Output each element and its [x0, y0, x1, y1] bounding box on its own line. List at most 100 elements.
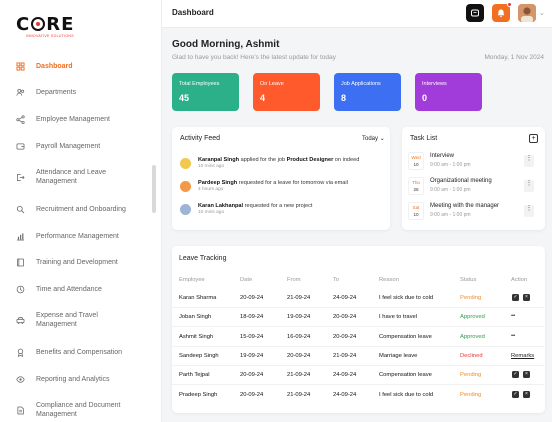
- leave-cell-reason: Compensation leave: [379, 372, 432, 379]
- share-icon: [16, 115, 25, 124]
- task-time: 9:00 am - 1:00 pm: [430, 187, 471, 193]
- more-vertical-icon[interactable]: ⋮: [524, 205, 534, 217]
- stat-value: 0: [422, 93, 428, 103]
- reject-icon[interactable]: ×: [523, 371, 530, 379]
- sidebar-item-expense[interactable]: Expense and Travel Management: [16, 311, 146, 329]
- book-icon: [16, 258, 25, 267]
- task-item: Wed 10 Interview 9:00 am - 1:00 pm ⋮: [408, 152, 536, 174]
- leave-column-header: Date: [240, 277, 253, 283]
- sidebar-item-training[interactable]: Training and Development: [16, 258, 146, 267]
- leave-tracking-title: Leave Tracking: [179, 255, 227, 262]
- stat-label: Total Employees: [179, 81, 220, 87]
- activity-target: Product Designer: [286, 157, 334, 163]
- leave-cell-employee: Karan Sharma: [179, 295, 217, 301]
- sidebar-item-time[interactable]: Time and Attendance: [16, 285, 146, 294]
- stat-label: Interviews: [422, 81, 447, 87]
- task-list-panel: Task List + Wed 10 Interview 9:00 am - 1:00…: [402, 127, 545, 230]
- approve-icon[interactable]: ✓: [512, 390, 519, 398]
- user-menu-chevron-icon[interactable]: ⌄: [539, 9, 545, 17]
- sidebar-item-departments[interactable]: Departments: [16, 88, 146, 97]
- sidebar-item-label: Dashboard: [36, 63, 73, 70]
- leave-column-header: Action: [511, 277, 528, 283]
- status-badge: Declined: [460, 352, 483, 359]
- logo-text: C RE: [16, 14, 75, 35]
- notification-button[interactable]: [492, 2, 512, 22]
- leave-cell-date: 20-09-24: [240, 391, 264, 398]
- task-name: Organizational meeting: [430, 178, 492, 184]
- page-title: Dashboard: [172, 8, 214, 17]
- status-badge: Pending: [460, 391, 482, 398]
- activity-feed-panel: Activity Feed Today ⌄ Karanpal Singh app…: [172, 127, 390, 230]
- user-avatar[interactable]: [518, 4, 536, 22]
- eye-icon: [16, 375, 25, 384]
- sidebar-item-recruitment[interactable]: Recruitment and Onboarding: [16, 205, 146, 214]
- stat-value: 45: [179, 93, 190, 103]
- plus-icon: +: [531, 135, 536, 142]
- task-month: Thu: [412, 180, 420, 185]
- activity-filter-select[interactable]: Today ⌄: [362, 135, 385, 142]
- more-horizontal-icon[interactable]: •••: [511, 333, 515, 339]
- sidebar-item-employee[interactable]: Employee Management: [16, 115, 146, 124]
- leave-cell-employee: Parth Tejpal: [179, 372, 210, 379]
- task-list-title: Task List: [410, 135, 438, 142]
- row-divider: [172, 384, 544, 386]
- sidebar-item-reporting[interactable]: Reporting and Analytics: [16, 375, 146, 384]
- sidebar-item-label: Performance Management: [36, 233, 119, 240]
- sidebar-item-performance[interactable]: Performance Management: [16, 232, 146, 241]
- wallet-icon: [16, 142, 25, 151]
- leave-cell-employee: Ashmit Singh: [179, 333, 214, 340]
- task-item: Sat 10 Meeting with the manager 9:00 am - 1…: [408, 202, 536, 224]
- stat-card-on-leave[interactable]: On Leave 4: [253, 73, 320, 111]
- logo[interactable]: C RE INNOVATIVE SOLUTIONS: [16, 14, 76, 40]
- status-badge: Pending: [460, 295, 482, 301]
- file-icon: [16, 406, 25, 415]
- add-task-button[interactable]: +: [529, 134, 538, 143]
- sidebar-item-dashboard[interactable]: Dashboard: [16, 62, 146, 71]
- more-vertical-icon[interactable]: ⋮: [524, 155, 534, 167]
- task-date-badge: Thu 26: [408, 177, 424, 195]
- task-time: 9:00 am - 1:00 pm: [430, 212, 471, 218]
- chat-icon: [471, 9, 479, 17]
- reject-icon[interactable]: ×: [523, 294, 530, 301]
- logout-icon: [16, 173, 25, 182]
- sidebar-item-label: Expense and Travel Management: [36, 312, 98, 328]
- sidebar-item-label: Attendance and Leave Management: [36, 169, 107, 185]
- leave-cell-from: 21-09-24: [287, 295, 311, 301]
- chat-button[interactable]: [466, 4, 484, 22]
- stat-card-job-applications[interactable]: Job Applications 8: [334, 73, 401, 111]
- sidebar-item-compliance[interactable]: Compliance and Document Management: [16, 401, 146, 419]
- activity-item: Pardeep Singh requested for a leave for …: [180, 180, 348, 192]
- sidebar-item-label: Reporting and Analytics: [36, 376, 110, 383]
- reject-icon[interactable]: ×: [523, 390, 530, 398]
- activity-text: Karan Lakhanpal requested for a new proj…: [198, 203, 313, 209]
- grid-icon: [16, 62, 25, 71]
- stat-card-interviews[interactable]: Interviews 0: [415, 73, 482, 111]
- stat-card-total-employees[interactable]: Total Employees 45: [172, 73, 239, 111]
- current-date: Monday, 1 Nov 2024: [484, 54, 545, 61]
- clock-icon: [16, 285, 25, 294]
- status-badge: Pending: [460, 372, 482, 379]
- approve-icon[interactable]: ✓: [512, 294, 519, 301]
- leave-column-header: Reason: [379, 277, 399, 283]
- activity-feed-title: Activity Feed: [180, 135, 221, 142]
- sidebar-item-attendance[interactable]: Attendance and Leave Management: [16, 168, 146, 186]
- users-icon: [16, 88, 25, 97]
- task-day: 10: [413, 162, 419, 167]
- activity-text: Pardeep Singh requested for a leave for …: [198, 180, 348, 186]
- leave-cell-employee: Pradeep Singh: [179, 391, 218, 398]
- leave-column-header: Status: [460, 277, 477, 283]
- remarks-link[interactable]: Remarks: [511, 353, 534, 359]
- sidebar-item-label: Compliance and Document Management: [36, 402, 121, 418]
- sidebar-item-payroll[interactable]: Payroll Management: [16, 142, 146, 151]
- leave-cell-reason: I feel sick due to cold: [379, 295, 434, 301]
- approve-icon[interactable]: ✓: [512, 371, 519, 379]
- more-horizontal-icon[interactable]: •••: [511, 313, 515, 319]
- leave-cell-to: 21-09-24: [333, 352, 357, 359]
- status-badge: Approved: [460, 333, 485, 340]
- sidebar-scrollbar[interactable]: [152, 165, 156, 213]
- activity-user-name: Pardeep Singh: [198, 180, 238, 186]
- more-vertical-icon[interactable]: ⋮: [524, 180, 534, 192]
- task-name: Interview: [430, 153, 455, 159]
- leave-cell-date: 20-09-24: [240, 372, 264, 379]
- sidebar-item-benefits[interactable]: Benefits and Compensation: [16, 348, 146, 357]
